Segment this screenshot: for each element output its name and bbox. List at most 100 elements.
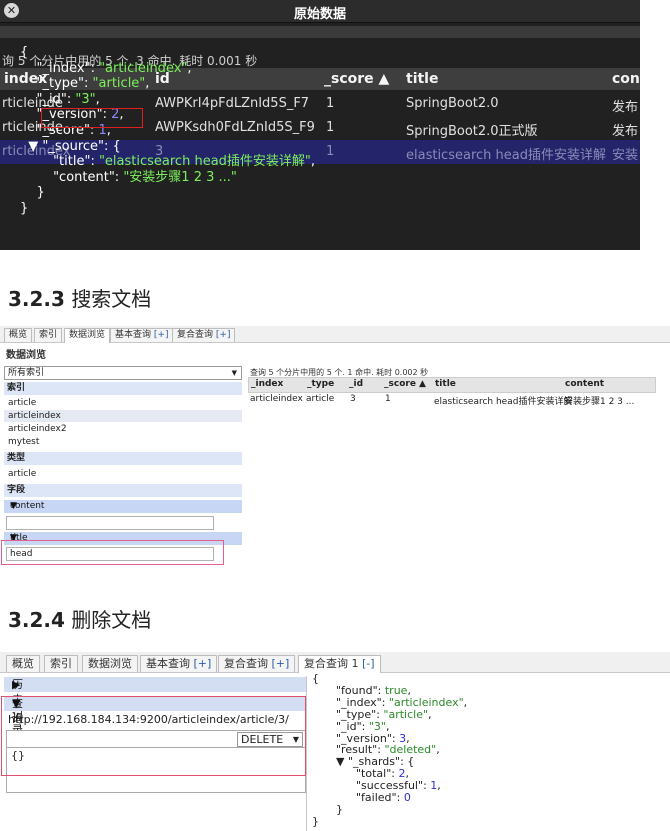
browser-sidebar: 所有索引 ▼ 索引 article articleindex articlein… bbox=[4, 366, 242, 566]
tab-indices[interactable]: 索引 bbox=[44, 655, 78, 672]
cell-title: elasticsearch head插件安装详解 bbox=[434, 397, 573, 407]
tab-indices[interactable]: 索引 bbox=[34, 328, 63, 342]
section-label: 索引 bbox=[7, 383, 26, 393]
raw-json-view: { "_index": "articleindex", "_type": "ar… bbox=[20, 45, 316, 216]
json-key[interactable]: "_source" bbox=[42, 139, 104, 154]
json-brace: { bbox=[20, 45, 29, 60]
tab-label: 复合查询 bbox=[177, 330, 214, 340]
section-field: 字段 bbox=[4, 484, 242, 497]
json-value: "article" bbox=[383, 707, 429, 721]
close-tab-icon[interactable]: [-] bbox=[362, 657, 375, 670]
cell-score: 1 bbox=[326, 120, 335, 135]
cell-title: SpringBoot2.0正式版 bbox=[406, 124, 538, 139]
tab-label: 概览 bbox=[9, 330, 28, 340]
sidebar-item-index[interactable]: mytest bbox=[4, 436, 242, 448]
tab-data-browse[interactable]: 数据浏览 bbox=[64, 328, 111, 343]
heading-number: 3.2.4 bbox=[8, 608, 65, 632]
cell-content: 发布 bbox=[612, 100, 639, 115]
column-header-content[interactable]: content bbox=[565, 379, 604, 389]
item-label: article bbox=[8, 398, 37, 408]
column-header-index[interactable]: _index bbox=[251, 379, 283, 389]
json-value: 1 bbox=[430, 779, 438, 793]
raw-data-dialog: ✕ 原始数据 询 5 个分片中用的 5 个. 3 命中. 耗时 0.001 秒 … bbox=[0, 0, 640, 250]
json-key: "_id" bbox=[36, 91, 67, 107]
tab-label: 索引 bbox=[39, 330, 58, 340]
column-header-content[interactable]: cont bbox=[612, 71, 640, 87]
page-title: 数据浏览 bbox=[6, 350, 46, 361]
query-highlight bbox=[1, 696, 306, 776]
table-row[interactable]: articleindex article 3 1 elasticsearch h… bbox=[248, 393, 654, 407]
tab-label: 索引 bbox=[50, 657, 72, 670]
cell-title: SpringBoot2.0 bbox=[406, 96, 499, 111]
column-header-score[interactable]: _score ▲ bbox=[324, 71, 389, 87]
cell-score: 1 bbox=[326, 144, 335, 159]
add-tab-icon[interactable]: [+] bbox=[194, 657, 212, 670]
tab-overview[interactable]: 概览 bbox=[4, 328, 33, 342]
heading-number: 3.2.3 bbox=[8, 287, 65, 311]
chevron-down-icon: ▼ bbox=[231, 369, 237, 377]
tab-basic-query[interactable]: 基本查询 [+] bbox=[110, 328, 174, 342]
tab-label: 概览 bbox=[12, 657, 34, 670]
column-header-id[interactable]: _id bbox=[349, 379, 363, 389]
column-header-score[interactable]: _score ▲ bbox=[384, 379, 426, 389]
cell-index: articleindex bbox=[250, 394, 303, 404]
add-tab-icon[interactable]: [+] bbox=[272, 657, 290, 670]
json-line: } bbox=[312, 814, 319, 828]
field-content-header[interactable]: ▼ content bbox=[4, 500, 242, 513]
heading-text: 搜索文档 bbox=[71, 287, 152, 311]
json-value: "安装步骤1 2 3 ..." bbox=[123, 169, 237, 185]
tab-compound-query[interactable]: 复合查询 [+] bbox=[172, 328, 236, 342]
tab-compound-query[interactable]: 复合查询 [+] bbox=[218, 655, 296, 672]
cell-title: elasticsearch head插件安装详解 bbox=[406, 148, 606, 163]
add-tab-icon[interactable]: [+] bbox=[216, 330, 231, 340]
tab-overview[interactable]: 概览 bbox=[6, 655, 40, 672]
dialog-titlebar: ✕ 原始数据 bbox=[0, 0, 640, 23]
column-header-type[interactable]: _type bbox=[307, 379, 334, 389]
tab-compound-query-1[interactable]: 复合查询 1 [-] bbox=[298, 655, 381, 673]
column-header-title[interactable]: title bbox=[435, 379, 456, 389]
version-highlight bbox=[41, 108, 143, 128]
json-line: } bbox=[336, 802, 343, 816]
section-label: 类型 bbox=[7, 453, 26, 463]
index-select[interactable]: 所有索引 ▼ bbox=[4, 366, 242, 380]
tab-data-browse[interactable]: 数据浏览 bbox=[82, 655, 138, 672]
tab-label: 数据浏览 bbox=[88, 657, 132, 670]
tab-bar: 概览 索引 数据浏览 基本查询 [+] 复合查询 [+] 复合查询 1 [-] bbox=[0, 652, 670, 673]
history-toggle[interactable]: ▶ 历史记录 bbox=[4, 677, 306, 736]
add-tab-icon[interactable]: [+] bbox=[154, 330, 169, 340]
section-index: 索引 bbox=[4, 382, 242, 395]
tab-bar: 概览 索引 数据浏览 基本查询 [+] 复合查询 [+] bbox=[0, 326, 670, 343]
field-label: content bbox=[10, 501, 45, 511]
cell-id: 3 bbox=[350, 394, 356, 404]
sidebar-item-index[interactable]: article bbox=[4, 397, 242, 409]
sidebar-item-index[interactable]: articleindex2 bbox=[4, 423, 242, 435]
section-type: 类型 bbox=[4, 452, 242, 465]
json-key: "_index" bbox=[36, 60, 91, 76]
json-value: "elasticsearch head插件安装详解" bbox=[98, 154, 311, 170]
section-heading: 3.2.4 删除文档 bbox=[8, 604, 151, 633]
response-json: {"found": true, "_index": "articleindex",… bbox=[312, 673, 467, 828]
content-filter-input[interactable] bbox=[6, 516, 214, 530]
item-label: articleindex2 bbox=[8, 424, 67, 434]
json-key: "content" bbox=[53, 169, 115, 185]
tab-basic-query[interactable]: 基本查询 [+] bbox=[140, 655, 218, 672]
dialog-title: 原始数据 bbox=[293, 7, 346, 22]
tab-label: 复合查询 1 bbox=[304, 657, 359, 670]
cell-content: 发布 bbox=[612, 124, 639, 139]
cell-score: 1 bbox=[326, 96, 335, 111]
dialog-toolbar bbox=[0, 26, 640, 38]
cell-score: 1 bbox=[385, 394, 391, 404]
json-brace: } bbox=[20, 200, 29, 216]
section-label: 字段 bbox=[7, 485, 26, 495]
json-key: "failed" bbox=[356, 791, 397, 805]
select-value: 所有索引 bbox=[8, 368, 45, 378]
tab-label: 复合查询 bbox=[224, 657, 268, 670]
tab-label: 数据浏览 bbox=[69, 330, 106, 340]
json-value: "article" bbox=[92, 76, 146, 92]
sidebar-item-index[interactable]: articleindex bbox=[4, 410, 242, 422]
column-header-title[interactable]: title bbox=[406, 71, 438, 87]
sidebar-item-type[interactable]: article bbox=[4, 468, 242, 480]
json-value: "3" bbox=[75, 91, 96, 107]
item-label: articleindex bbox=[8, 411, 61, 421]
cell-type: article bbox=[306, 394, 335, 404]
